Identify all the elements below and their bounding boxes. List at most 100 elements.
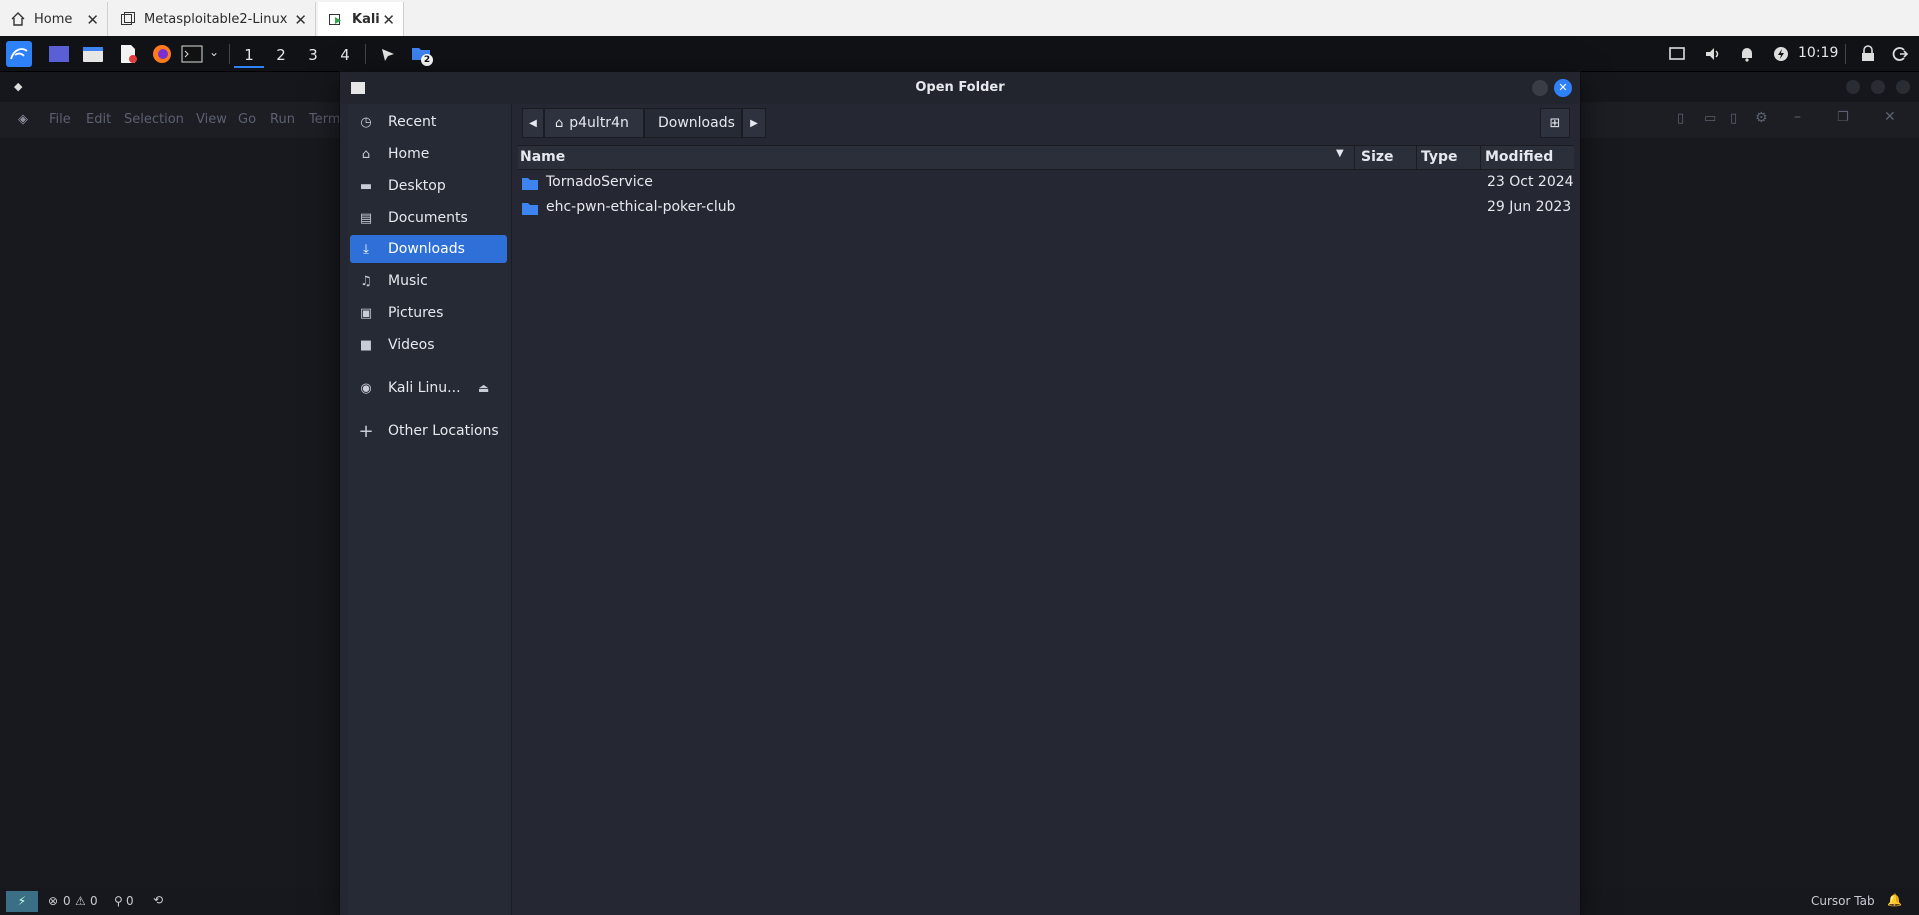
path-forward-button[interactable]: ▶ xyxy=(742,108,766,138)
screen-icon[interactable] xyxy=(1668,45,1686,63)
sidebar-item-documents[interactable]: ▤ Documents xyxy=(350,204,507,232)
workspace-switcher-icon[interactable] xyxy=(48,44,70,64)
ports-count[interactable]: 0 xyxy=(126,894,134,908)
vm-tab-metasploitable[interactable]: Metasploitable2-Linux ✕ xyxy=(110,2,316,36)
vm-tab-bar: Home ✕ Metasploitable2-Linux ✕ Kali ✕ xyxy=(0,0,1919,36)
sidebar-item-recent[interactable]: ◷ Recent xyxy=(350,108,507,136)
dialog-close-button[interactable]: ✕ xyxy=(1554,79,1572,97)
restore-icon[interactable]: ❐ xyxy=(1837,110,1849,125)
cursor-tab-status[interactable]: Cursor Tab xyxy=(1811,894,1875,908)
cursor-app-icon: ◆ xyxy=(14,80,23,93)
sidebar-item-home[interactable]: ⌂ Home xyxy=(350,140,507,168)
menu-run[interactable]: Run xyxy=(270,112,295,127)
bell-icon[interactable]: 🔔 xyxy=(1887,893,1902,907)
sidebar-item-label: Other Locations xyxy=(388,423,499,439)
window-dot-icon[interactable] xyxy=(1896,80,1910,94)
sidebar-item-videos[interactable]: ■ Videos xyxy=(350,331,507,359)
file-row[interactable]: TornadoService 23 Oct 2024 xyxy=(518,171,1574,196)
new-folder-button[interactable]: ⊞ xyxy=(1540,108,1570,138)
column-size[interactable]: Size xyxy=(1361,149,1394,165)
sidebar-item-desktop[interactable]: ▬ Desktop xyxy=(350,172,507,200)
workspace-2[interactable]: 2 xyxy=(266,42,296,68)
document-icon: ▤ xyxy=(359,210,373,226)
path-segment-downloads[interactable]: Downloads xyxy=(644,108,742,138)
vm-running-icon xyxy=(329,14,341,25)
vm-icon xyxy=(121,12,135,25)
column-name[interactable]: Name xyxy=(520,149,565,165)
vm-tab-home[interactable]: Home ✕ xyxy=(0,2,108,36)
workspace-1[interactable]: 1 xyxy=(234,42,264,68)
close-icon[interactable]: ✕ xyxy=(294,11,307,29)
cursor-app-icon[interactable] xyxy=(377,44,399,64)
chevron-right-icon: ▶ xyxy=(750,117,758,129)
menu-selection[interactable]: Selection xyxy=(124,112,184,127)
clock[interactable]: 10:19 xyxy=(1798,45,1838,61)
volume-icon[interactable] xyxy=(1704,45,1722,63)
remote-indicator-icon[interactable]: ⚡ xyxy=(6,891,38,912)
notification-bell-icon[interactable] xyxy=(1738,45,1756,63)
panel-divider xyxy=(1845,44,1846,64)
lock-icon[interactable] xyxy=(1859,45,1877,63)
menu-go[interactable]: Go xyxy=(238,112,256,127)
top-panel: ⌄ 1 2 3 4 2 10:19 xyxy=(0,36,1919,72)
workspace-4[interactable]: 4 xyxy=(330,42,360,68)
menu-file[interactable]: File xyxy=(49,112,71,127)
file-manager-icon[interactable] xyxy=(82,44,104,64)
path-back-button[interactable]: ◀ xyxy=(522,108,544,138)
eject-icon[interactable]: ⏏ xyxy=(478,381,489,395)
sidebar-item-label: Documents xyxy=(388,210,468,226)
gear-icon[interactable]: ⚙ xyxy=(1755,110,1768,126)
window-count-badge: 2 xyxy=(421,54,433,66)
sidebar-item-music[interactable]: ♫ Music xyxy=(350,267,507,295)
file-row[interactable]: ehc-pwn-ethical-poker-club 29 Jun 2023 xyxy=(518,196,1574,221)
warning-count[interactable]: 0 xyxy=(90,894,98,908)
clock-icon: ◷ xyxy=(360,114,372,130)
vm-tab-label: Home xyxy=(34,11,73,27)
window-dot-icon[interactable] xyxy=(1846,80,1860,94)
column-header: Name ▼ Size Type Modified xyxy=(518,145,1574,170)
layout-sidebar-icon[interactable]: ▯ xyxy=(1677,111,1684,126)
close-icon[interactable]: ✕ xyxy=(382,11,395,29)
firefox-icon[interactable] xyxy=(151,44,173,64)
logout-icon[interactable] xyxy=(1891,45,1909,63)
music-icon: ♫ xyxy=(360,273,372,289)
sidebar-item-pictures[interactable]: ▣ Pictures xyxy=(350,299,507,327)
minimize-button[interactable] xyxy=(1532,80,1548,96)
window-dot-icon[interactable] xyxy=(1871,80,1885,94)
panel-divider xyxy=(229,44,230,64)
menu-view[interactable]: View xyxy=(196,112,227,127)
vm-tab-label: Kali xyxy=(352,11,380,27)
menu-edit[interactable]: Edit xyxy=(86,112,111,127)
close-icon[interactable]: ✕ xyxy=(86,11,99,29)
layout-secondary-icon[interactable]: ▯ xyxy=(1730,111,1737,126)
dialog-titlebar: Open Folder xyxy=(340,72,1580,104)
column-type[interactable]: Type xyxy=(1421,149,1458,165)
power-manager-icon[interactable] xyxy=(1772,45,1790,63)
minimize-icon[interactable]: – xyxy=(1794,109,1801,125)
path-segment-home[interactable]: ⌂ p4ultr4n xyxy=(544,108,644,138)
home-icon: ⌂ xyxy=(555,115,564,131)
warning-icon: ⚠ xyxy=(75,894,86,908)
folder-icon xyxy=(522,178,538,190)
vm-tab-kali[interactable]: Kali ✕ xyxy=(318,2,404,36)
error-count[interactable]: 0 xyxy=(63,894,71,908)
sidebar-item-label: Recent xyxy=(388,114,437,130)
video-icon: ■ xyxy=(359,337,373,353)
sidebar-item-downloads[interactable]: ⤓ Downloads xyxy=(350,235,507,263)
layout-panel-icon[interactable]: ▭ xyxy=(1704,111,1716,126)
column-modified[interactable]: Modified xyxy=(1485,149,1553,165)
close-icon[interactable]: ✕ xyxy=(1884,109,1896,125)
chevron-down-icon[interactable]: ⌄ xyxy=(209,45,219,59)
sidebar-item-other-locations[interactable]: + Other Locations xyxy=(350,417,507,445)
cursor-logo-icon: ◈ xyxy=(18,112,28,127)
terminal-icon[interactable] xyxy=(181,44,203,64)
accounts-icon[interactable]: ⟲ xyxy=(153,893,163,907)
kali-menu-icon[interactable] xyxy=(6,41,32,67)
text-editor-icon[interactable] xyxy=(117,44,139,64)
sidebar-item-label: Desktop xyxy=(388,178,446,194)
workspace-3[interactable]: 3 xyxy=(298,42,328,68)
sort-down-icon[interactable]: ▼ xyxy=(1336,148,1344,159)
sidebar-item-label: Home xyxy=(388,146,430,162)
menu-terminal[interactable]: Term xyxy=(309,112,341,127)
file-modified: 23 Oct 2024 xyxy=(1487,174,1574,190)
